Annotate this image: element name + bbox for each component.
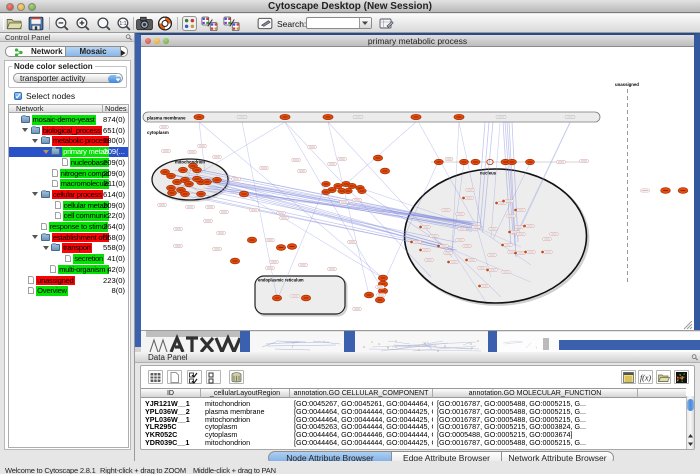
svg-text:plasma membrane: plasma membrane (147, 116, 186, 121)
svg-text:1:1: 1:1 (119, 21, 126, 27)
svg-text:cytoplasm: cytoplasm (147, 130, 169, 135)
svg-text:f(x): f(x) (640, 374, 651, 383)
svg-text:endoplasmic reticulum: endoplasmic reticulum (258, 278, 304, 283)
svg-text:unassigned: unassigned (615, 82, 639, 87)
